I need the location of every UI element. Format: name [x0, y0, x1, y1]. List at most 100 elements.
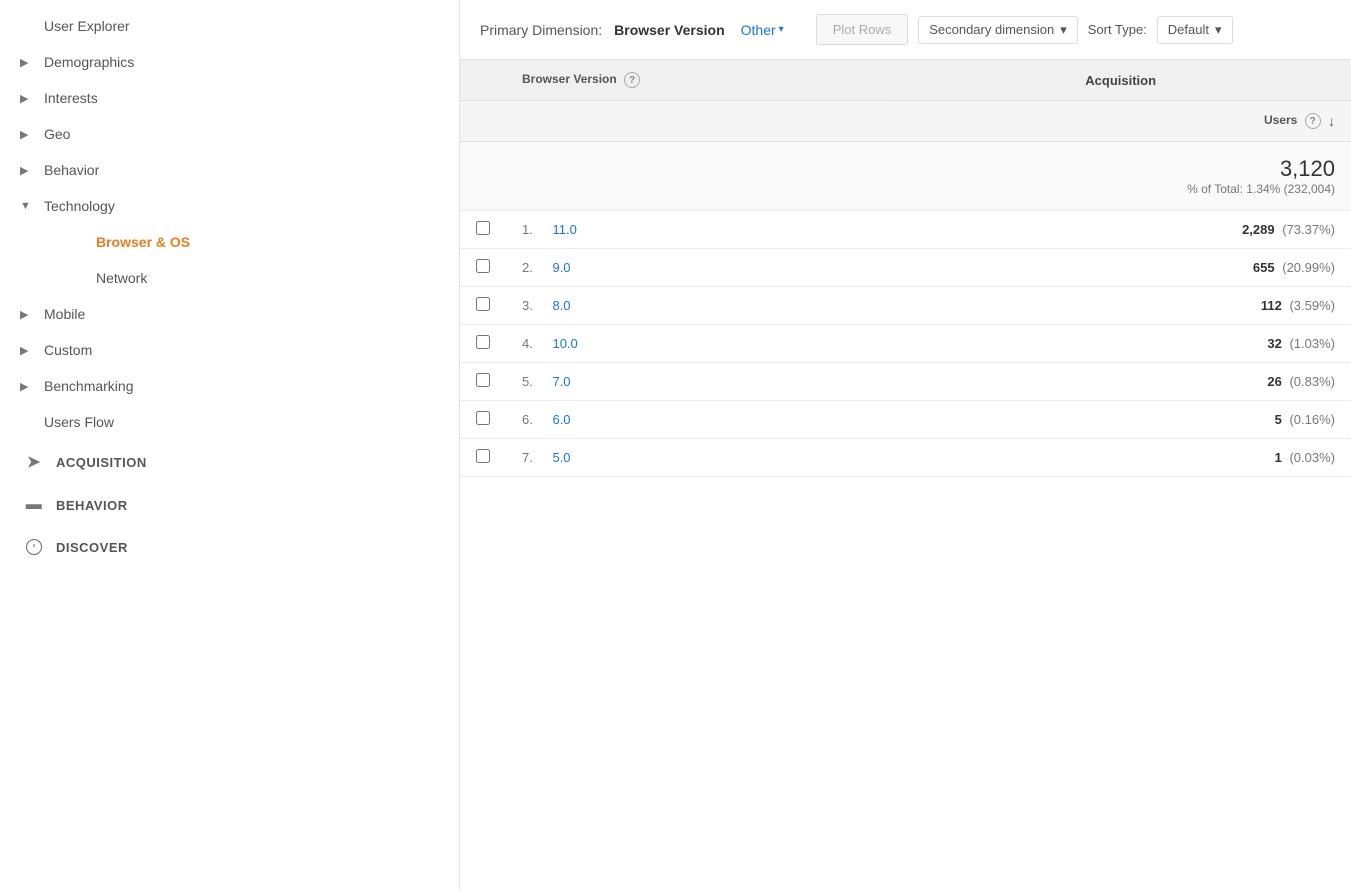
row-users-pct: (0.16%) [1289, 412, 1335, 427]
version-link[interactable]: 8.0 [552, 298, 570, 313]
row-checkbox[interactable] [476, 411, 490, 425]
row-checkbox[interactable] [476, 259, 490, 273]
sub-header-browser [506, 101, 890, 142]
row-version-cell: 6. 6.0 [506, 401, 890, 439]
version-link[interactable]: 10.0 [552, 336, 577, 351]
sidebar-section-label: ACQUISITION [56, 455, 147, 470]
table-row: 5. 7.0 26 (0.83%) [460, 363, 1351, 401]
row-checkbox[interactable] [476, 297, 490, 311]
row-users-pct: (0.03%) [1289, 450, 1335, 465]
row-users-value: 112 [1261, 298, 1282, 313]
version-link[interactable]: 6.0 [552, 412, 570, 427]
row-users-cell: 112 (3.59%) [890, 287, 1351, 325]
header-checkbox-col [460, 60, 506, 101]
sidebar-item-label: Technology [44, 198, 115, 214]
row-number: 2. [522, 260, 533, 275]
header-acquisition: Acquisition [890, 60, 1351, 101]
table-row: 1. 11.0 2,289 (73.37%) [460, 211, 1351, 249]
sub-header-checkbox [460, 101, 506, 142]
row-checkbox-cell[interactable] [460, 211, 506, 249]
sidebar-item-label: Benchmarking [44, 378, 134, 394]
sort-default-label: Default [1168, 22, 1209, 37]
row-users-value: 26 [1267, 374, 1281, 389]
row-users-value: 1 [1275, 450, 1282, 465]
row-users-pct: (73.37%) [1282, 222, 1335, 237]
chevron-right-icon: ▶ [20, 308, 36, 321]
sidebar-item-mobile[interactable]: ▶ Mobile [0, 296, 459, 332]
sidebar-item-label: Network [96, 270, 147, 286]
total-row: 3,120 % of Total: 1.34% (232,004) [460, 142, 1351, 211]
sidebar-item-custom[interactable]: ▶ Custom [0, 332, 459, 368]
sidebar-item-label: User Explorer [44, 18, 130, 34]
sort-type-select[interactable]: Default ▾ [1157, 16, 1233, 44]
row-version-cell: 4. 10.0 [506, 325, 890, 363]
version-link[interactable]: 5.0 [552, 450, 570, 465]
sidebar-item-browser-os[interactable]: Browser & OS [0, 224, 459, 260]
row-checkbox[interactable] [476, 449, 490, 463]
row-users-pct: (20.99%) [1282, 260, 1335, 275]
total-label-cell [506, 142, 890, 211]
row-checkbox-cell[interactable] [460, 325, 506, 363]
row-version-cell: 3. 8.0 [506, 287, 890, 325]
other-dropdown[interactable]: Other ▾ [741, 22, 784, 38]
row-checkbox-cell[interactable] [460, 287, 506, 325]
row-checkbox[interactable] [476, 373, 490, 387]
sidebar-item-label: Geo [44, 126, 70, 142]
total-users-number: 3,120 [906, 156, 1335, 182]
row-checkbox-cell[interactable] [460, 401, 506, 439]
sort-down-icon[interactable]: ↓ [1328, 113, 1335, 129]
table-area: Browser Version ? Acquisition Users ? ↓ [460, 60, 1351, 889]
row-users-value: 32 [1267, 336, 1281, 351]
row-number: 5. [522, 374, 533, 389]
chevron-down-icon: ▼ [20, 200, 36, 212]
sidebar-item-behavior[interactable]: ▶ Behavior [0, 152, 459, 188]
table-row: 3. 8.0 112 (3.59%) [460, 287, 1351, 325]
sidebar-section-label: DISCOVER [56, 540, 128, 555]
version-link[interactable]: 11.0 [552, 222, 576, 237]
row-checkbox-cell[interactable] [460, 249, 506, 287]
row-users-value: 655 [1253, 260, 1275, 275]
sidebar-item-label: Mobile [44, 306, 85, 322]
sidebar-item-network[interactable]: Network [0, 260, 459, 296]
sort-arrow-icon: ▾ [1215, 22, 1222, 38]
row-number: 3. [522, 298, 533, 313]
chevron-right-icon: ▶ [20, 92, 36, 105]
sidebar-section-behavior[interactable]: ▬ BEHAVIOR [0, 484, 459, 526]
sidebar-item-interests[interactable]: ▶ Interests [0, 80, 459, 116]
row-users-pct: (3.59%) [1289, 298, 1335, 313]
toolbar-right: Plot Rows Secondary dimension ▾ Sort Typ… [816, 14, 1233, 45]
users-help-icon[interactable]: ? [1305, 113, 1321, 129]
primary-dimension-label: Primary Dimension: [480, 22, 602, 38]
chevron-right-icon: ▶ [20, 380, 36, 393]
total-checkbox-cell [460, 142, 506, 211]
secondary-dimension-arrow-icon: ▾ [1060, 22, 1067, 38]
sidebar-item-technology[interactable]: ▼ Technology [0, 188, 459, 224]
row-checkbox[interactable] [476, 221, 490, 235]
browser-version-help-icon[interactable]: ? [624, 72, 640, 88]
version-link[interactable]: 9.0 [552, 260, 570, 275]
acquisition-icon: ➤ [20, 452, 48, 472]
sidebar-item-user-explorer[interactable]: User Explorer [0, 8, 459, 44]
row-checkbox[interactable] [476, 335, 490, 349]
row-number: 1. [522, 222, 533, 237]
sidebar-section-acquisition[interactable]: ➤ ACQUISITION [0, 440, 459, 484]
sidebar: User Explorer ▶ Demographics ▶ Interests… [0, 0, 460, 889]
sidebar-item-geo[interactable]: ▶ Geo [0, 116, 459, 152]
sidebar-item-benchmarking[interactable]: ▶ Benchmarking [0, 368, 459, 404]
sidebar-section-discover[interactable]: DISCOVER [0, 526, 459, 568]
row-users-value: 2,289 [1242, 222, 1275, 237]
secondary-dimension-select[interactable]: Secondary dimension ▾ [918, 16, 1078, 44]
sidebar-item-demographics[interactable]: ▶ Demographics [0, 44, 459, 80]
row-users-cell: 5 (0.16%) [890, 401, 1351, 439]
row-checkbox-cell[interactable] [460, 439, 506, 477]
row-number: 7. [522, 450, 533, 465]
row-checkbox-cell[interactable] [460, 363, 506, 401]
row-version-cell: 5. 7.0 [506, 363, 890, 401]
chevron-right-icon: ▶ [20, 164, 36, 177]
row-users-cell: 26 (0.83%) [890, 363, 1351, 401]
main-content: Primary Dimension: Browser Version Other… [460, 0, 1351, 889]
row-number: 4. [522, 336, 533, 351]
version-link[interactable]: 7.0 [552, 374, 570, 389]
plot-rows-button[interactable]: Plot Rows [816, 14, 909, 45]
sidebar-item-users-flow[interactable]: Users Flow [0, 404, 459, 440]
